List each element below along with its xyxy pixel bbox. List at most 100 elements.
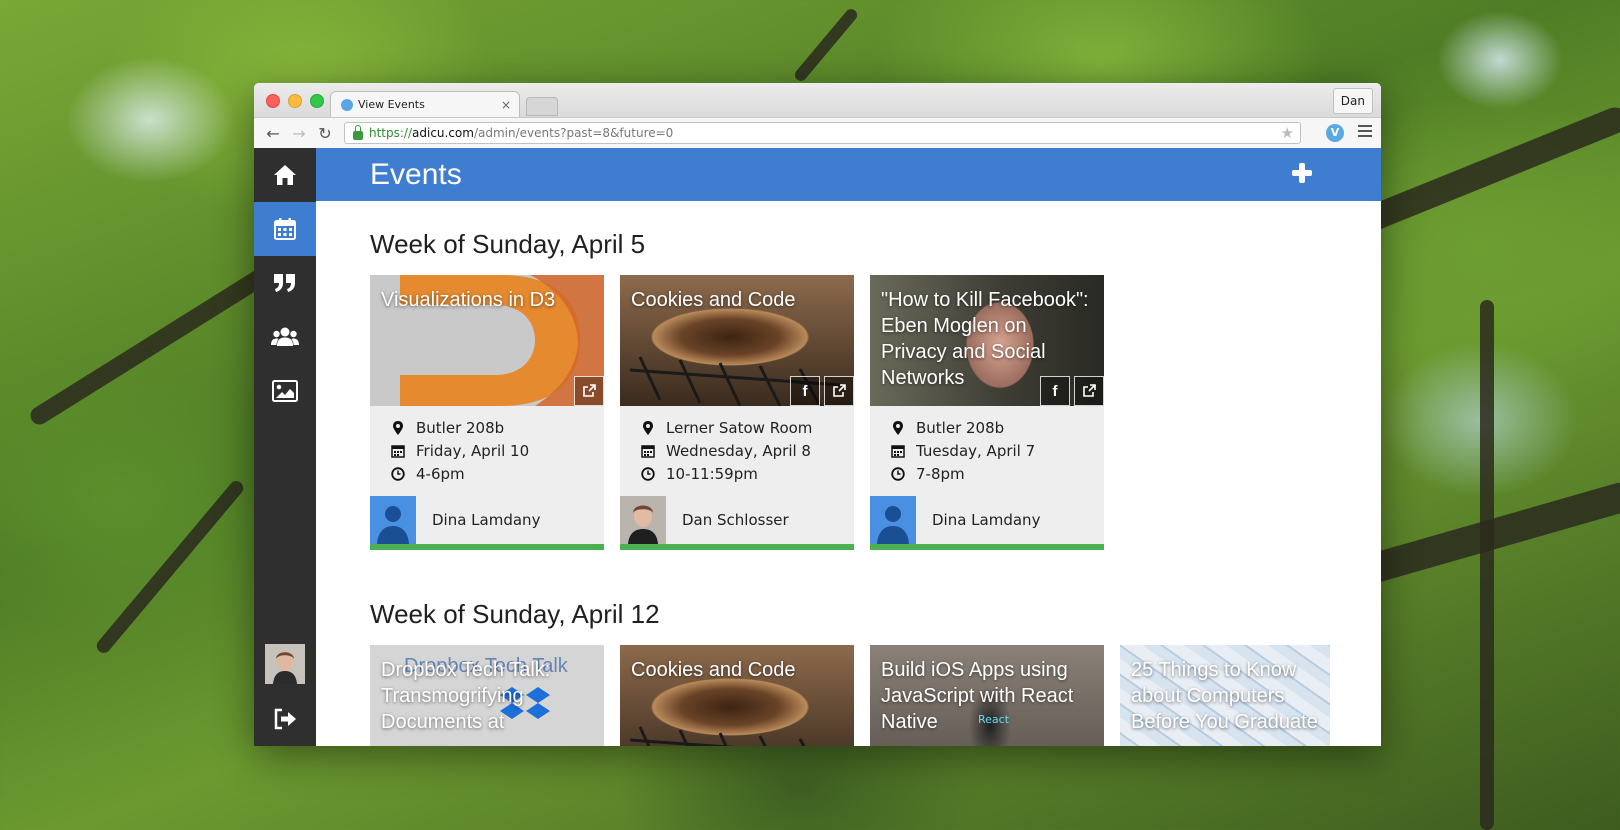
event-title: Cookies and Code — [631, 289, 796, 311]
event-time: 4-6pm — [388, 462, 604, 485]
sidebar — [254, 148, 316, 746]
event-time-text: 10-11:59pm — [666, 464, 758, 483]
event-location: Butler 208b — [888, 416, 1104, 439]
event-image: Cookies and Code f — [620, 275, 854, 406]
external-link-button[interactable] — [1074, 376, 1104, 406]
close-window-button[interactable] — [266, 94, 280, 108]
event-location-text: Lerner Satow Room — [666, 418, 813, 437]
external-link-icon — [1083, 384, 1096, 397]
user-avatar[interactable] — [265, 644, 305, 684]
default-avatar — [870, 496, 916, 544]
zoom-window-button[interactable] — [310, 94, 324, 108]
external-link-icon — [833, 384, 846, 397]
event-date: Friday, April 10 — [388, 439, 604, 462]
url-path: /admin/events?past=8&future=0 — [473, 126, 674, 140]
bookmark-star-icon[interactable]: ★ — [1281, 124, 1294, 142]
event-image: Cookies and Code — [620, 645, 854, 746]
host-name: Dina Lamdany — [932, 511, 1041, 529]
lock-icon — [353, 124, 363, 140]
calendar-icon — [638, 444, 658, 458]
close-tab-icon[interactable]: × — [501, 98, 511, 112]
event-actions: f — [1036, 376, 1104, 406]
map-marker-icon — [638, 420, 658, 435]
reload-icon[interactable]: ↻ — [312, 124, 338, 143]
event-location-text: Butler 208b — [416, 418, 505, 437]
event-image: React Build iOS Apps using JavaScript wi… — [870, 645, 1104, 746]
minimize-window-button[interactable] — [288, 94, 302, 108]
sidebar-item-home[interactable] — [254, 148, 316, 202]
event-actions: f — [786, 376, 854, 406]
event-card[interactable]: Visualizations in D3 Butler 208b Friday,… — [370, 275, 604, 550]
url-host: adicu.com — [412, 126, 474, 140]
facebook-button[interactable]: f — [1040, 376, 1070, 406]
event-time: 10-11:59pm — [638, 462, 854, 485]
image-icon — [272, 380, 298, 402]
browser-tab[interactable]: View Events × — [330, 91, 520, 117]
event-location: Butler 208b — [388, 416, 604, 439]
external-link-icon — [583, 384, 596, 397]
page-title: Events — [370, 158, 462, 191]
clock-icon — [888, 466, 908, 481]
page-header: Events — [316, 148, 1381, 201]
external-link-button[interactable] — [574, 376, 604, 406]
event-host: Dina Lamdany — [870, 496, 1104, 550]
clock-icon — [638, 466, 658, 481]
event-card[interactable]: Dropbox Tech Talk Dropbox Tech Talk: Tra… — [370, 645, 604, 746]
users-icon — [271, 327, 299, 346]
event-actions — [570, 376, 604, 406]
event-details: Lerner Satow Room Wednesday, April 8 10-… — [620, 406, 854, 496]
sidebar-item-events[interactable] — [254, 202, 316, 256]
sidebar-item-quotes[interactable] — [254, 256, 316, 310]
main-content: Events Week of Sunday, April 5 Visualiza… — [316, 148, 1381, 746]
event-location: Lerner Satow Room — [638, 416, 854, 439]
sidebar-item-people[interactable] — [254, 310, 316, 364]
extension-icon[interactable]: V — [1326, 124, 1344, 142]
event-card[interactable]: "How to Kill Facebook": Eben Moglen on P… — [870, 275, 1104, 550]
week-heading: Week of Sunday, April 5 — [370, 229, 646, 259]
tab-title: View Events — [358, 98, 425, 111]
host-name: Dina Lamdany — [432, 511, 541, 529]
event-time: 7-8pm — [888, 462, 1104, 485]
default-avatar — [370, 496, 416, 544]
sign-out-icon — [274, 708, 296, 730]
event-title: Visualizations in D3 — [381, 289, 556, 311]
event-image: Dropbox Tech Talk Dropbox Tech Talk: Tra… — [370, 645, 604, 746]
facebook-button[interactable]: f — [790, 376, 820, 406]
calendar-icon — [388, 444, 408, 458]
event-date: Tuesday, April 7 — [888, 439, 1104, 462]
browser-toolbar: ← → ↻ https://adicu.com/admin/events?pas… — [254, 118, 1381, 149]
app: Events Week of Sunday, April 5 Visualiza… — [254, 148, 1381, 746]
event-details: Butler 208b Friday, April 10 4-6pm — [370, 406, 604, 496]
address-bar[interactable]: https://adicu.com/admin/events?past=8&fu… — [344, 122, 1301, 144]
event-card[interactable]: Cookies and Code f Lerner Satow Room Wed… — [620, 275, 854, 550]
host-photo — [620, 496, 666, 544]
back-icon[interactable]: ← — [260, 124, 286, 143]
new-tab-button[interactable] — [526, 97, 558, 116]
sidebar-item-media[interactable] — [254, 364, 316, 418]
event-card[interactable]: 25 Things to Know about Computers Before… — [1120, 645, 1330, 746]
add-event-button[interactable] — [1291, 162, 1313, 184]
event-card[interactable]: Cookies and Code — [620, 645, 854, 746]
event-details: Butler 208b Tuesday, April 7 7-8pm — [870, 406, 1104, 496]
event-title: Cookies and Code — [631, 659, 796, 681]
week-event-list: Dropbox Tech Talk Dropbox Tech Talk: Tra… — [370, 645, 1330, 746]
event-date-text: Wednesday, April 8 — [666, 441, 811, 460]
event-date: Wednesday, April 8 — [638, 439, 854, 462]
forward-icon[interactable]: → — [286, 124, 312, 143]
logout-button[interactable] — [254, 702, 316, 736]
profile-button[interactable]: Dan — [1332, 88, 1373, 114]
quote-icon — [274, 274, 295, 292]
week-event-list: Visualizations in D3 Butler 208b Friday,… — [370, 275, 1104, 550]
map-marker-icon — [388, 420, 408, 435]
event-card[interactable]: React Build iOS Apps using JavaScript wi… — [870, 645, 1104, 746]
event-host: Dan Schlosser — [620, 496, 854, 550]
external-link-button[interactable] — [824, 376, 854, 406]
event-host: Dina Lamdany — [370, 496, 604, 550]
event-time-text: 4-6pm — [416, 464, 465, 483]
facebook-icon: f — [1052, 382, 1058, 400]
host-name: Dan Schlosser — [682, 511, 789, 529]
browser-window: View Events × Dan ← → ↻ https://adicu.co… — [254, 83, 1381, 746]
event-title: Build iOS Apps using JavaScript with Rea… — [881, 659, 1074, 733]
menu-icon[interactable] — [1358, 125, 1372, 140]
favicon-icon — [341, 98, 353, 111]
